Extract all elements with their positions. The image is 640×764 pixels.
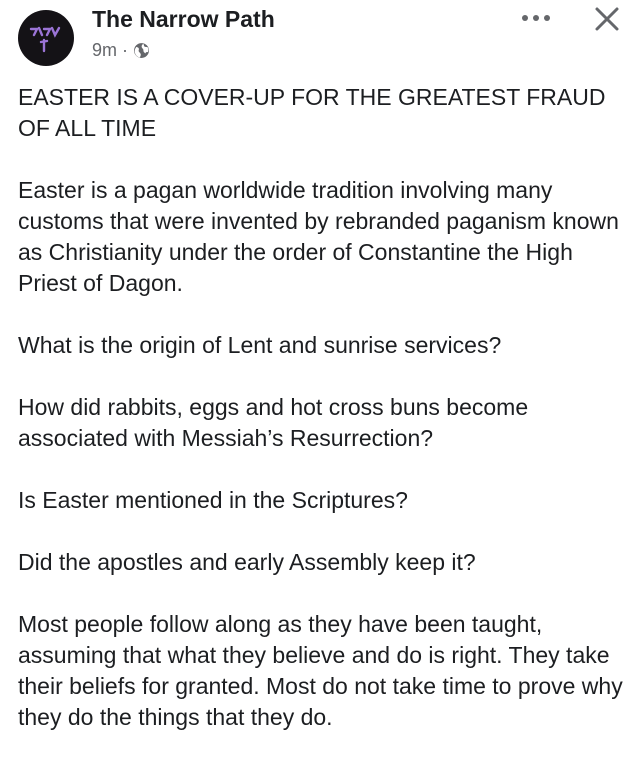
close-button[interactable]: [592, 4, 622, 34]
post-headline: EASTER IS A COVER-UP FOR THE GREATEST FR…: [18, 84, 606, 141]
post-paragraph: What is the origin of Lent and sunrise s…: [18, 332, 502, 358]
page-name[interactable]: The Narrow Path: [92, 6, 275, 33]
post-paragraph: How did rabbits, eggs and hot cross buns…: [18, 394, 529, 451]
page-avatar-logo: [29, 26, 61, 53]
globe-icon: [134, 43, 149, 58]
close-icon: [595, 7, 619, 31]
more-horizontal-icon: [522, 15, 550, 21]
page-avatar[interactable]: [18, 10, 74, 66]
post-paragraph: Most people follow along as they have be…: [18, 611, 623, 730]
post-timestamp[interactable]: 9m: [92, 40, 117, 61]
post-paragraph: Is Easter mentioned in the Scriptures?: [18, 487, 408, 513]
post-header: The Narrow Path 9m ·: [0, 0, 640, 76]
post-meta: 9m ·: [92, 40, 150, 61]
more-options-button[interactable]: [516, 6, 556, 30]
post-paragraph: Easter is a pagan worldwide tradition in…: [18, 177, 619, 296]
meta-separator: ·: [122, 40, 129, 60]
post-body: EASTER IS A COVER-UP FOR THE GREATEST FR…: [18, 82, 628, 764]
post-paragraph: Did the apostles and early Assembly keep…: [18, 549, 476, 575]
